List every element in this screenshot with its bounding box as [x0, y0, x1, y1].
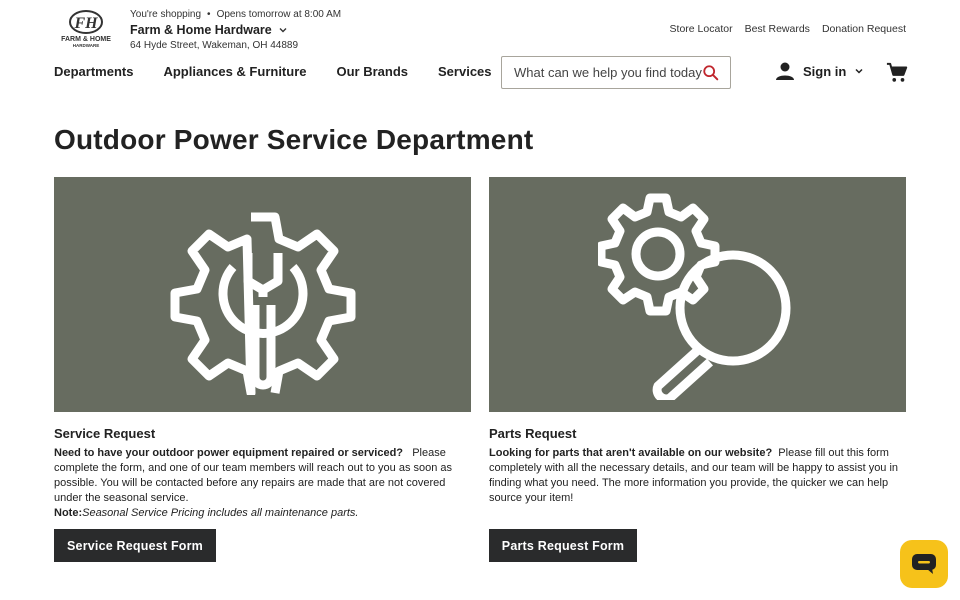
user-icon	[776, 62, 794, 80]
logo-text: FARM & HOME	[61, 36, 111, 43]
parts-request-form-button[interactable]: Parts Request Form	[489, 529, 637, 562]
service-request-note: Note:Seasonal Service Pricing includes a…	[54, 506, 471, 521]
shopping-label: You're shopping	[130, 8, 202, 20]
sign-in-button[interactable]: Sign in	[775, 61, 864, 81]
store-selector[interactable]: Farm & Home Hardware	[130, 22, 341, 38]
best-rewards-link[interactable]: Best Rewards	[745, 23, 810, 35]
nav-services[interactable]: Services	[438, 64, 492, 79]
search-bar	[501, 56, 731, 89]
parts-request-card: Parts Request Looking for parts that are…	[489, 177, 906, 562]
service-request-lead: Need to have your outdoor power equipmen…	[54, 447, 404, 459]
sign-in-label: Sign in	[803, 63, 847, 79]
chat-icon	[912, 554, 936, 574]
cart-icon	[886, 62, 908, 82]
separator-dot: •	[207, 8, 211, 20]
gear-magnifier-icon	[597, 193, 790, 400]
store-info: You're shopping • Opens tomorrow at 8:00…	[130, 7, 341, 52]
search-input[interactable]	[502, 57, 702, 88]
svg-text:FH: FH	[73, 15, 98, 32]
nav-departments[interactable]: Departments	[54, 64, 133, 79]
chevron-down-icon	[855, 68, 863, 74]
chevron-down-icon	[279, 28, 287, 33]
service-request-image	[54, 177, 471, 412]
parts-request-lead: Looking for parts that aren't available …	[489, 447, 773, 459]
note-label: Note:	[54, 507, 83, 519]
service-request-heading: Service Request	[54, 426, 156, 441]
nav-appliances-furniture[interactable]: Appliances & Furniture	[163, 64, 306, 79]
parts-request-image	[489, 177, 906, 412]
store-locator-link[interactable]: Store Locator	[670, 23, 733, 35]
search-icon[interactable]	[702, 64, 720, 82]
parts-request-heading: Parts Request	[489, 426, 577, 441]
store-name: Farm & Home Hardware	[130, 23, 272, 37]
store-hours: Opens tomorrow at 8:00 AM	[216, 8, 342, 20]
shopping-line: You're shopping • Opens tomorrow at 8:00…	[130, 7, 341, 21]
page-title: Outdoor Power Service Department	[54, 124, 534, 155]
donation-request-link[interactable]: Donation Request	[822, 23, 906, 35]
farm-home-logo-icon[interactable]: FH FARM & HOME HARDWARE	[54, 9, 118, 49]
chat-button[interactable]	[900, 540, 948, 588]
parts-request-description: Looking for parts that aren't available …	[489, 446, 906, 506]
service-request-form-button[interactable]: Service Request Form	[54, 529, 216, 562]
service-request-card: Service Request Need to have your outdoo…	[54, 177, 471, 562]
service-request-description: Need to have your outdoor power equipmen…	[54, 446, 471, 506]
store-address: 64 Hyde Street, Wakeman, OH 44889	[130, 40, 299, 51]
utility-links: Store Locator Best Rewards Donation Requ…	[670, 23, 906, 35]
cart-button[interactable]	[886, 62, 908, 84]
main-nav: Departments Appliances & Furniture Our B…	[54, 64, 492, 79]
nav-our-brands[interactable]: Our Brands	[337, 64, 409, 79]
note-text: Seasonal Service Pricing includes all ma…	[82, 507, 359, 519]
svg-text:HARDWARE: HARDWARE	[73, 43, 100, 48]
gear-wrench-icon	[170, 212, 355, 395]
